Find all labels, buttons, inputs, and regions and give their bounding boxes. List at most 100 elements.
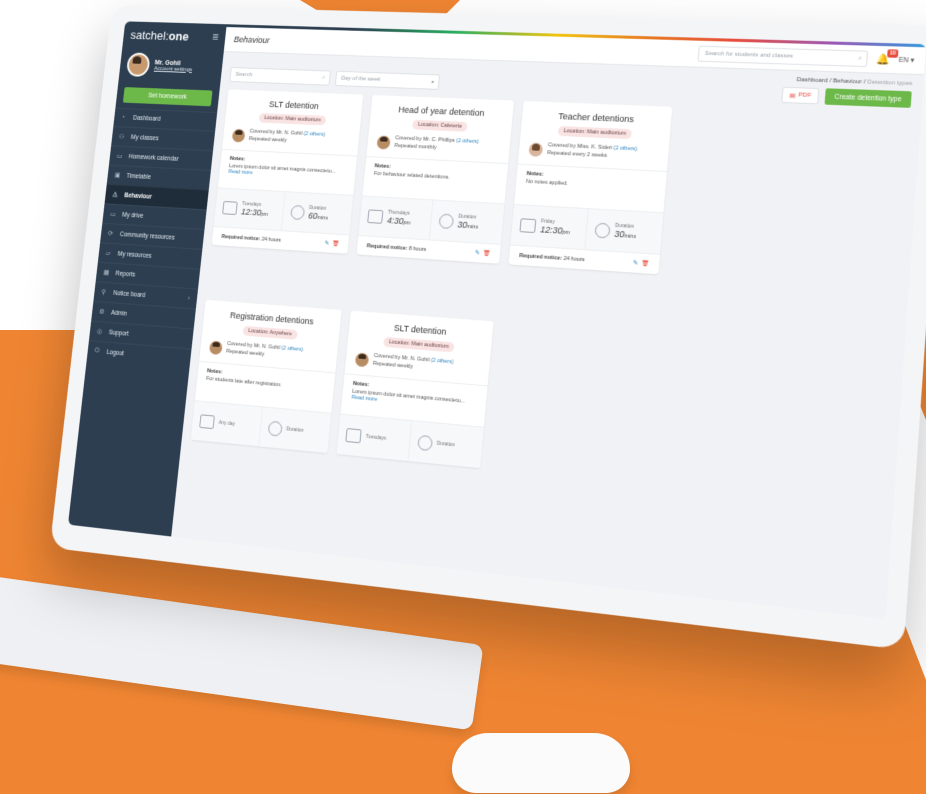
detention-card[interactable]: Teacher detentions Location: Main auditor… bbox=[508, 100, 673, 275]
repeat-text: Repeated weekly bbox=[372, 360, 414, 370]
classes-icon: ⚇ bbox=[118, 133, 125, 141]
language-select[interactable]: EN ▾ bbox=[898, 56, 914, 65]
timetable-icon: ▣ bbox=[114, 172, 121, 180]
repeat-text: Repeated weekly bbox=[225, 348, 265, 358]
stopwatch-icon bbox=[438, 213, 454, 229]
repeat-text: Repeated weekly bbox=[248, 135, 287, 144]
user-profile: Mr. Gohil Account settings bbox=[118, 47, 223, 86]
required-notice-label: Required notice: bbox=[221, 233, 261, 243]
card-title: Head of year detention bbox=[397, 104, 485, 118]
card-title: Registration detentions bbox=[229, 310, 315, 327]
community-icon: ⟳ bbox=[107, 230, 114, 238]
warning-icon: ⚠ bbox=[112, 191, 119, 199]
covered-by: Covered by Mr. N. Gohil (2 others) Repeat… bbox=[200, 332, 338, 365]
detention-card[interactable]: Registration detentions Location: Anywher… bbox=[190, 299, 342, 454]
detention-card[interactable]: Head of year detention Location: Cafeteri… bbox=[356, 94, 514, 265]
edit-icon[interactable]: ✎ bbox=[475, 251, 480, 257]
drive-icon: ▭ bbox=[109, 211, 117, 218]
create-detention-type-button[interactable]: Create detention type bbox=[824, 88, 912, 108]
others-link[interactable]: (2 others) bbox=[303, 131, 325, 138]
sidebar-item-label: Homework calendar bbox=[128, 153, 179, 163]
search-icon[interactable]: ⌕ bbox=[858, 55, 862, 62]
edit-icon[interactable]: ✎ bbox=[324, 241, 329, 247]
day-time-stat: Friday 12:30pm bbox=[510, 205, 587, 249]
pdf-button[interactable]: ▤ PDF bbox=[781, 86, 820, 105]
duration-value: 30mins bbox=[613, 229, 637, 241]
notification-bell-icon[interactable]: 🔔 10 bbox=[876, 48, 899, 65]
stopwatch-icon bbox=[289, 204, 305, 220]
sidebar-item-label: My resources bbox=[117, 250, 152, 260]
covered-by: Covered by Mr. N. Gohil (2 others) Repeat… bbox=[345, 344, 490, 378]
sidebar-item-label: Timetable bbox=[126, 172, 152, 181]
card-title: SLT detention bbox=[268, 99, 320, 111]
pin-icon: ⚲ bbox=[100, 289, 107, 297]
app-logo[interactable]: satchel:one bbox=[130, 27, 190, 42]
covered-by: Covered by Miss. K. Sideri (2 others) Rep… bbox=[519, 134, 670, 163]
detention-card[interactable]: SLT detention Location: Main auditorium Co… bbox=[336, 310, 494, 469]
sidebar-item-label: My drive bbox=[121, 211, 144, 220]
duration-label: Duration bbox=[285, 426, 304, 435]
required-notice-label: Required notice: bbox=[366, 243, 408, 252]
folder-icon: ▱ bbox=[105, 250, 111, 257]
time-value: 4:30pm bbox=[386, 215, 411, 227]
global-search-input[interactable]: Search for students and classes ⌕ bbox=[697, 45, 869, 68]
required-notice-value: 8 hours bbox=[408, 245, 427, 253]
global-search-placeholder: Search for students and classes bbox=[704, 50, 794, 60]
repeat-text: Repeated monthly bbox=[394, 142, 437, 151]
day-of-week-select[interactable]: Day of the week ▾ bbox=[334, 70, 440, 90]
hamburger-icon[interactable]: ≡ bbox=[212, 30, 220, 43]
breadcrumb-behaviour[interactable]: Behaviour bbox=[833, 78, 862, 85]
duration-stat: Duration bbox=[257, 407, 332, 454]
stopwatch-icon bbox=[593, 222, 611, 239]
support-icon: ◎ bbox=[96, 328, 103, 336]
sidebar-item-label: Community resources bbox=[119, 230, 176, 241]
sidebar-item-label: Notice board bbox=[112, 289, 146, 299]
calendar-icon: ▭ bbox=[116, 153, 123, 160]
day-time-stat: Tuesdays bbox=[337, 415, 411, 461]
sidebar-item-label: Admin bbox=[110, 309, 128, 318]
edit-icon[interactable]: ✎ bbox=[633, 261, 639, 267]
others-link[interactable]: (2 others) bbox=[431, 358, 454, 366]
avatar bbox=[231, 128, 246, 143]
top-bar-actions: Search for students and classes ⌕ 🔔 10 EN… bbox=[697, 45, 915, 69]
calendar-icon bbox=[199, 414, 215, 430]
chevron-down-icon: ▾ bbox=[430, 79, 434, 86]
reports-icon: ▦ bbox=[103, 269, 110, 277]
sidebar-item-label: Reports bbox=[115, 270, 136, 278]
set-homework-button[interactable]: Set homework bbox=[122, 87, 213, 107]
breadcrumb-dashboard[interactable]: Dashboard bbox=[796, 77, 827, 84]
required-notice-label: Required notice: bbox=[518, 252, 563, 262]
sidebar-item-label: Dashboard bbox=[132, 115, 161, 123]
others-link[interactable]: (2 others) bbox=[456, 138, 479, 145]
others-link[interactable]: (2 others) bbox=[613, 145, 637, 152]
duration-stat: Duration 30mins bbox=[428, 200, 505, 245]
others-link[interactable]: (2 others) bbox=[281, 345, 303, 353]
detention-card[interactable]: SLT detention Location: Main auditorium Co… bbox=[211, 89, 364, 255]
search-icon[interactable]: ⌕ bbox=[321, 75, 325, 82]
duration-stat: Duration bbox=[406, 421, 484, 469]
pdf-icon: ▤ bbox=[789, 92, 796, 99]
sidebar-header: satchel:one ≡ bbox=[122, 21, 226, 50]
dashboard-icon: ◔ bbox=[120, 114, 126, 122]
app-screen: satchel:one ≡ Mr. Gohil Account settings… bbox=[67, 21, 926, 619]
covered-by: Covered by Mr. C. Phillips (2 others) Rep… bbox=[367, 127, 511, 155]
calendar-icon bbox=[345, 428, 362, 444]
avatar bbox=[354, 352, 370, 367]
scene: satchel:one ≡ Mr. Gohil Account settings… bbox=[0, 0, 926, 794]
day-label: Tuesdays bbox=[365, 434, 387, 443]
monitor: satchel:one ≡ Mr. Gohil Account settings… bbox=[49, 4, 926, 650]
notification-badge: 10 bbox=[887, 48, 899, 58]
account-settings-link[interactable]: Account settings bbox=[154, 66, 193, 73]
duration-label: Duration bbox=[436, 440, 456, 449]
delete-icon[interactable]: 🗑 bbox=[332, 241, 340, 247]
calendar-icon bbox=[222, 201, 238, 216]
avatar[interactable] bbox=[125, 52, 151, 77]
avatar bbox=[208, 340, 223, 355]
delete-icon[interactable]: 🗑 bbox=[641, 261, 649, 268]
time-value: 12:30pm bbox=[539, 224, 571, 237]
admin-icon: ⚙ bbox=[98, 308, 105, 316]
day-time-stat: Any day bbox=[191, 401, 262, 446]
delete-icon[interactable]: 🗑 bbox=[482, 251, 490, 257]
search-input[interactable]: Search ⌕ bbox=[229, 67, 331, 86]
repeat-text: Repeated every 2 weeks bbox=[546, 149, 608, 159]
